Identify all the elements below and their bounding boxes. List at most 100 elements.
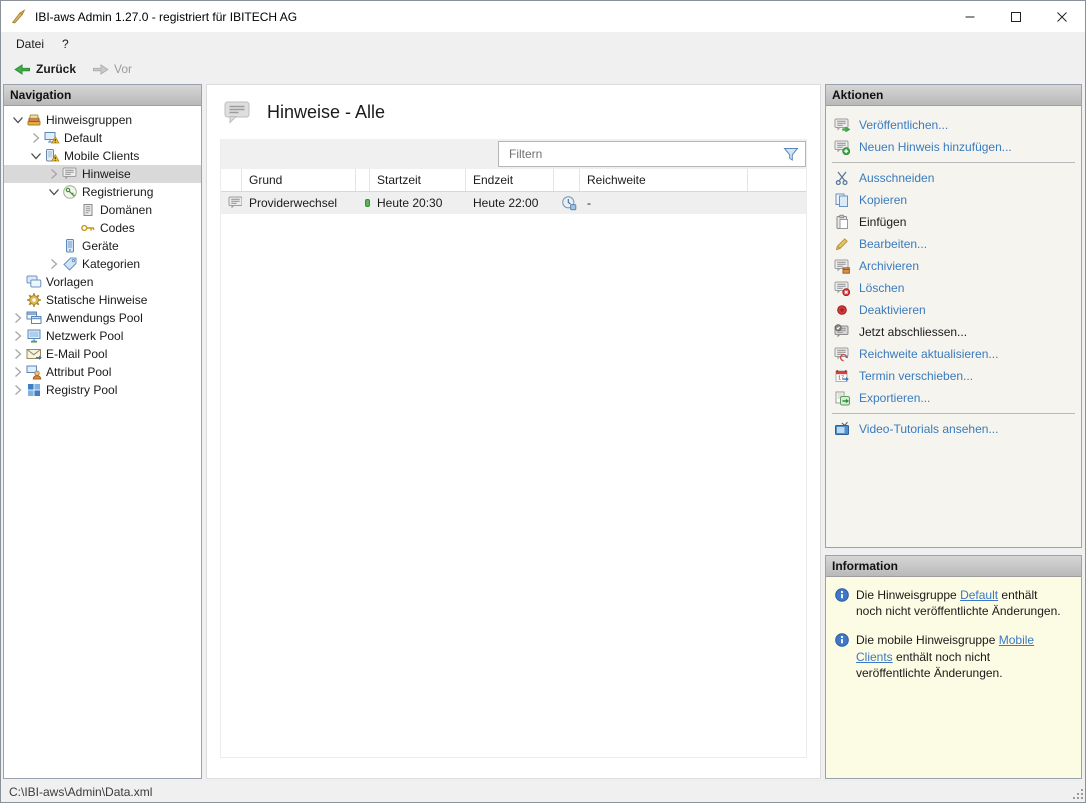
title-bar[interactable]: IBI-aws Admin 1.27.0 - registriert für I…	[1, 1, 1085, 32]
chevron-right-icon	[10, 346, 26, 362]
tree-item-registry-pool[interactable]: Registry Pool	[4, 381, 201, 399]
tree-item-hinweisgruppen[interactable]: Hinweisgruppen	[4, 111, 201, 129]
tree-item-geräte[interactable]: Geräte	[4, 237, 201, 255]
delete-icon	[834, 280, 850, 296]
registrierung-icon	[62, 184, 78, 200]
attribut-pool-icon	[26, 364, 42, 380]
tree-item-hinweise[interactable]: Hinweise	[4, 165, 201, 183]
maximize-button[interactable]	[993, 1, 1039, 32]
tree-expander[interactable]	[10, 346, 26, 362]
paste-icon	[834, 214, 850, 230]
tree-item-label: Mobile Clients	[64, 149, 140, 163]
tree-expander[interactable]	[46, 256, 62, 272]
tree-item-attribut-pool[interactable]: Attribut Pool	[4, 363, 201, 381]
filter-input[interactable]	[499, 147, 783, 161]
tree-expander[interactable]	[10, 382, 26, 398]
action-copy[interactable]: Kopieren	[826, 189, 1081, 211]
back-arrow-icon	[14, 62, 31, 77]
forward-button[interactable]: Vor	[85, 60, 139, 79]
chevron-down-icon	[28, 148, 44, 164]
resize-grip[interactable]	[1071, 787, 1083, 799]
column-header-grund[interactable]: Grund	[242, 169, 356, 191]
tree-expander[interactable]	[10, 310, 26, 326]
tree-expander[interactable]	[28, 130, 44, 146]
action-reschedule[interactable]: 17 Termin verschieben...	[826, 365, 1081, 387]
tree-item-mobile-clients[interactable]: Mobile Clients	[4, 147, 201, 165]
tree-item-anwendungs-pool[interactable]: Anwendungs Pool	[4, 309, 201, 327]
kategorien-icon	[62, 256, 78, 272]
action-label: Jetzt abschliessen...	[859, 325, 968, 339]
tree-expander[interactable]	[10, 112, 26, 128]
tree-item-kategorien[interactable]: Kategorien	[4, 255, 201, 273]
chevron-right-icon	[10, 328, 26, 344]
action-add-hint[interactable]: Neuen Hinweis hinzufügen...	[826, 136, 1081, 158]
export-icon	[834, 390, 850, 406]
action-label: Kopieren	[859, 193, 908, 207]
tree-item-codes[interactable]: Codes	[4, 219, 201, 237]
tree-item-e-mail-pool[interactable]: E-Mail Pool	[4, 345, 201, 363]
status-cell	[356, 199, 370, 207]
tree-item-default[interactable]: Default	[4, 129, 201, 147]
filter-band	[221, 139, 806, 169]
action-deactivate[interactable]: Deaktivieren	[826, 299, 1081, 321]
action-label: Ausschneiden	[859, 171, 935, 185]
tree-item-label: Geräte	[82, 239, 119, 253]
close-button[interactable]	[1039, 1, 1085, 32]
action-delete[interactable]: Löschen	[826, 277, 1081, 299]
information-item: Die mobile Hinweisgruppe Mobile Clients …	[834, 632, 1073, 681]
status-path: C:\IBI-aws\Admin\Data.xml	[9, 784, 153, 799]
column-header-startzeit[interactable]: Startzeit	[370, 169, 466, 191]
panel-splitter-handle[interactable]: ...	[825, 545, 1082, 559]
action-finish-now[interactable]: Jetzt abschliessen...	[826, 321, 1081, 343]
cut-icon	[834, 170, 850, 186]
back-button[interactable]: Zurück	[7, 60, 83, 79]
tree-item-vorlagen[interactable]: Vorlagen	[4, 273, 201, 291]
action-export[interactable]: Exportieren...	[826, 387, 1081, 409]
status-bar: C:\IBI-aws\Admin\Data.xml	[1, 780, 1085, 802]
minimize-button[interactable]	[947, 1, 993, 32]
action-update-reach[interactable]: Reichweite aktualisieren...	[826, 343, 1081, 365]
content-area: Navigation Hinweisgruppen Default Mobile C…	[1, 83, 1085, 780]
copy-icon	[834, 192, 850, 208]
tree-item-statische-hinweise[interactable]: Statische Hinweise	[4, 291, 201, 309]
email-pool-icon	[26, 346, 42, 362]
anwendungs-pool-icon	[26, 310, 42, 326]
link-default[interactable]: Default	[960, 588, 998, 602]
tree-item-label: Kategorien	[82, 257, 141, 271]
action-paste[interactable]: Einfügen	[826, 211, 1081, 233]
table-row[interactable]: Providerwechsel Heute 20:30 Heute 22:00 -	[221, 192, 806, 214]
tree-expander[interactable]	[10, 364, 26, 380]
action-label: Veröffentlichen...	[859, 118, 949, 132]
finish-now-icon	[834, 324, 850, 340]
app-window: IBI-aws Admin 1.27.0 - registriert für I…	[0, 0, 1086, 803]
reach-icon-cell	[554, 195, 580, 211]
action-cut[interactable]: Ausschneiden	[826, 167, 1081, 189]
tree-item-registrierung[interactable]: Registrierung	[4, 183, 201, 201]
tree-expander[interactable]	[28, 148, 44, 164]
action-label: Reichweite aktualisieren...	[859, 347, 999, 361]
action-archive[interactable]: Archivieren	[826, 255, 1081, 277]
action-publish[interactable]: Veröffentlichen...	[826, 114, 1081, 136]
tree-expander	[46, 238, 62, 254]
action-label: Einfügen	[859, 215, 907, 229]
tree-expander	[10, 292, 26, 308]
tree-expander[interactable]	[10, 328, 26, 344]
menu-item-help[interactable]: ?	[53, 35, 78, 53]
tree-expander[interactable]	[46, 184, 62, 200]
action-edit[interactable]: Bearbeiten...	[826, 233, 1081, 255]
funnel-icon[interactable]	[783, 147, 799, 162]
add-hint-icon	[834, 139, 850, 155]
tree-item-label: Hinweise	[82, 167, 131, 181]
tree-expander[interactable]	[46, 166, 62, 182]
hinweise-icon	[62, 166, 78, 182]
column-header-endzeit[interactable]: Endzeit	[466, 169, 554, 191]
column-header-reichweite[interactable]: Reichweite	[580, 169, 748, 191]
menu-item-datei[interactable]: Datei	[7, 35, 53, 53]
reichweite-cell: -	[587, 196, 591, 210]
tree-item-label: Statische Hinweise	[46, 293, 148, 307]
chevron-right-icon	[46, 256, 62, 272]
action-video-tutorials[interactable]: Video-Tutorials ansehen...	[826, 418, 1081, 440]
tree-item-domänen[interactable]: Domänen	[4, 201, 201, 219]
information-item: Die Hinweisgruppe Default enthält noch n…	[834, 587, 1073, 619]
tree-item-netzwerk-pool[interactable]: Netzwerk Pool	[4, 327, 201, 345]
